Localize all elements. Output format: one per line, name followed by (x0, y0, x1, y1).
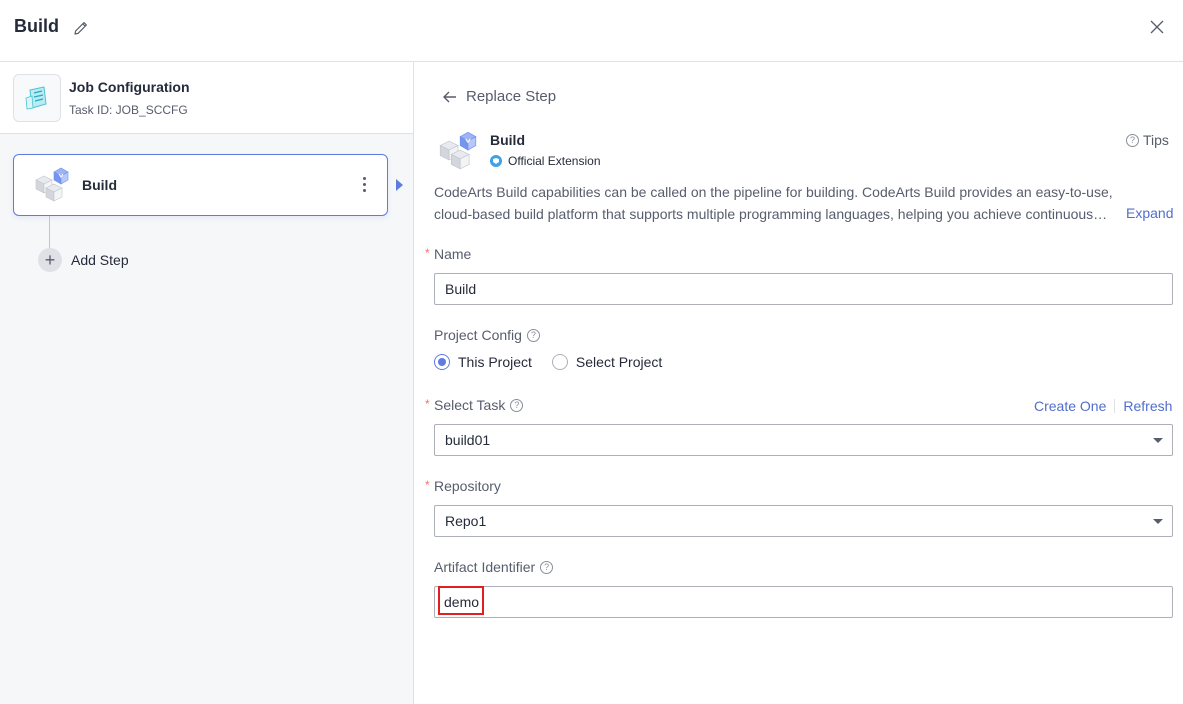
refresh-link[interactable]: Refresh (1123, 398, 1172, 414)
help-icon: ? (1126, 133, 1139, 147)
close-icon[interactable] (1148, 18, 1166, 36)
tips-link[interactable]: ? Tips (1126, 132, 1169, 148)
description-line: cloud-based build platform that supports… (434, 206, 1108, 222)
official-badge-icon (490, 155, 502, 167)
name-label: * Name (425, 246, 472, 262)
chevron-down-icon (1153, 519, 1163, 524)
radio-this-project[interactable]: This Project (434, 354, 532, 370)
replace-step-link[interactable]: Replace Step (442, 88, 556, 105)
job-logo-icon (13, 74, 61, 122)
chevron-down-icon (1153, 438, 1163, 443)
expand-link[interactable]: Expand (1126, 205, 1173, 221)
extension-title: Build (490, 132, 525, 148)
create-one-link[interactable]: Create One (1034, 398, 1106, 414)
tips-label: Tips (1143, 132, 1169, 148)
add-step-label: Add Step (71, 252, 129, 268)
arrow-left-icon (443, 91, 456, 102)
radio-label: This Project (458, 354, 532, 370)
repository-dropdown[interactable]: Repo1 (434, 505, 1173, 537)
badge-label: Official Extension (508, 154, 601, 168)
select-task-label-text: Select Task (434, 397, 506, 413)
link-divider (1114, 399, 1116, 413)
page-title: Build (14, 16, 59, 36)
job-summary: Job Configuration Task ID: JOB_SCCFG (0, 62, 413, 134)
cube-icon (35, 167, 69, 202)
cube-icon (439, 131, 477, 170)
select-task-dropdown[interactable]: build01 (434, 424, 1173, 456)
repository-label: * Repository (425, 478, 501, 494)
radio-label: Select Project (575, 354, 663, 370)
radio-select-project[interactable]: Select Project (551, 354, 663, 370)
project-config-label-text: Project Config (434, 327, 522, 343)
radio-unchecked-icon (551, 354, 568, 370)
job-task-id: Task ID: JOB_SCCFG (69, 103, 188, 117)
repository-label-text: Repository (434, 478, 501, 494)
required-marker: * (425, 478, 430, 492)
help-icon[interactable]: ? (540, 560, 554, 574)
required-marker: * (425, 397, 430, 411)
radio-checked-icon (434, 354, 450, 370)
artifact-identifier-label: Artifact Identifier ? (434, 559, 557, 575)
description-line: CodeArts Build capabilities can be calle… (434, 184, 1113, 200)
project-config-radio-group: This Project Select Project (434, 354, 682, 370)
highlight-box (438, 586, 484, 615)
artifact-identifier-input[interactable]: demo (434, 586, 1173, 618)
add-step-button[interactable]: + Add Step (38, 248, 129, 272)
select-task-label: * Select Task ? (425, 397, 527, 413)
task-actions: Create One Refresh (1034, 398, 1172, 414)
more-vertical-icon[interactable] (356, 171, 372, 197)
edit-icon[interactable] (72, 19, 90, 37)
required-marker: * (425, 246, 430, 260)
step-label: Build (82, 177, 117, 193)
help-icon[interactable]: ? (526, 328, 540, 342)
help-icon[interactable]: ? (510, 398, 524, 412)
plus-icon: + (38, 248, 62, 272)
name-input[interactable]: Build (434, 273, 1173, 305)
step-item-build[interactable]: Build (13, 154, 388, 216)
replace-step-label: Replace Step (466, 88, 557, 105)
name-label-text: Name (434, 246, 472, 262)
project-config-label: Project Config ? (434, 327, 544, 343)
official-extension-badge: Official Extension (490, 154, 601, 168)
job-title: Job Configuration (69, 79, 190, 95)
selected-step-indicator (396, 179, 403, 191)
artifact-identifier-label-text: Artifact Identifier (434, 559, 536, 575)
dialog-header: Build (0, 0, 1183, 62)
extension-description: CodeArts Build capabilities can be calle… (434, 181, 1114, 225)
stage-panel: Job Configuration Task ID: JOB_SCCFG Bui… (0, 62, 414, 704)
step-config-panel: Replace Step Build Official Extension ? … (414, 62, 1183, 704)
select-task-value: build01 (445, 432, 491, 448)
repository-value: Repo1 (445, 513, 487, 529)
